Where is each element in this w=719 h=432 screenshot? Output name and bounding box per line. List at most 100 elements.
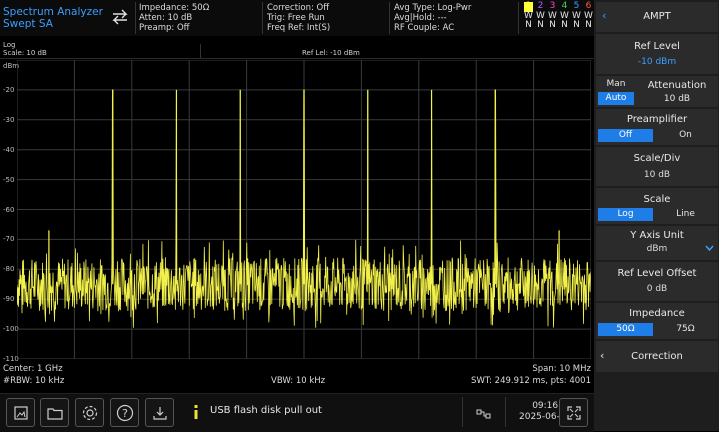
app-mode: Swept SA	[3, 18, 53, 30]
ref-level-label: Ref Lel: -10 dBm	[302, 49, 360, 57]
impedance-title: Impedance	[629, 308, 685, 319]
atten-title: Attenuation	[647, 80, 707, 91]
fullscreen-button[interactable]	[559, 398, 588, 427]
trace-1-indicator[interactable]: 1WN	[524, 1, 533, 31]
impedance-50-option[interactable]: 50Ω	[598, 323, 653, 336]
avg-hold-status: Avg|Hold: ---	[394, 13, 447, 23]
save-button[interactable]	[145, 398, 174, 427]
gear-icon	[82, 405, 97, 420]
fullscreen-icon	[566, 405, 581, 420]
trace-detector: N	[573, 20, 580, 30]
svg-text:?: ?	[122, 407, 128, 420]
preamp-off-option[interactable]: Off	[598, 129, 653, 142]
spectrum-plot[interactable]	[17, 60, 591, 359]
screenshot-button[interactable]	[6, 398, 35, 427]
help-button[interactable]: ?	[110, 398, 139, 427]
impedance-status: Impedance: 50Ω	[139, 3, 210, 13]
y-axis-unit-softkey[interactable]: Y Axis Unit dBm	[596, 226, 718, 260]
divider	[135, 2, 136, 34]
atten-auto-option[interactable]: Auto	[598, 92, 634, 105]
divider	[505, 397, 506, 427]
ref-level-value: -10 dBm	[637, 57, 677, 67]
atten-status: Atten: 10 dB	[139, 13, 193, 23]
app-title-block[interactable]: Spectrum Analyzer Swept SA	[3, 6, 103, 30]
y-tick-label: -40	[3, 145, 15, 154]
correction-status: Correction: Off	[267, 3, 330, 13]
ref-level-offset-softkey[interactable]: Ref Level Offset 0 dB	[596, 262, 718, 301]
scale-label: Scale: 10 dB	[3, 49, 47, 57]
folder-icon	[46, 407, 63, 420]
info-icon	[193, 404, 199, 423]
avg-type-status: Avg Type: Log-Pwr	[394, 3, 472, 13]
status-col-3: Avg Type: Log-Pwr Avg|Hold: --- RF Coupl…	[394, 3, 471, 33]
ref-level-softkey[interactable]: Ref Level -10 dBm	[596, 34, 718, 74]
trace-2-indicator[interactable]: 2WN	[536, 1, 545, 31]
trace-3-indicator[interactable]: 3WN	[548, 1, 557, 31]
mode-switch-button[interactable]	[111, 9, 129, 29]
trace-detector: N	[537, 20, 544, 30]
trace-detector: N	[549, 20, 556, 30]
settings-button[interactable]	[75, 398, 104, 427]
divider	[200, 44, 201, 58]
y-axis-unit-value: dBm	[646, 244, 668, 254]
divider	[0, 58, 594, 59]
center-freq[interactable]: Center: 1 GHz	[3, 364, 63, 374]
trace-detector: N	[525, 20, 532, 30]
trace-6-indicator[interactable]: 6WN	[584, 1, 593, 31]
y-tick-label: -60	[3, 205, 15, 214]
vbw-value[interactable]: VBW: 10 kHz	[271, 376, 325, 386]
divider	[518, 2, 519, 34]
divider	[262, 2, 263, 34]
scale-div-softkey[interactable]: Scale/Div 10 dB	[596, 147, 718, 186]
divider	[462, 397, 463, 427]
status-col-2: Correction: Off Trig: Free Run Freq Ref:…	[267, 3, 330, 33]
scale-div-value: 10 dB	[643, 170, 671, 180]
scale-softkey[interactable]: Scale Log Line	[596, 188, 718, 224]
ref-level-offset-title: Ref Level Offset	[617, 268, 697, 279]
y-tick-label: -80	[3, 265, 15, 274]
menu-header[interactable]: ‹ AMPT	[596, 2, 718, 32]
span-value[interactable]: Span: 10 MHz	[532, 364, 591, 374]
scale-mode-label: Log	[3, 41, 16, 49]
scale-div-title: Scale/Div	[633, 153, 681, 164]
attenuation-softkey[interactable]: Man Auto Attenuation 10 dB	[596, 76, 718, 107]
divider	[389, 2, 390, 34]
trace-4-indicator[interactable]: 4WN	[560, 1, 569, 31]
preamp-status: Preamp: Off	[139, 23, 190, 33]
sweep-time-value[interactable]: SWT: 249.912 ms, pts: 4001	[471, 376, 591, 386]
status-col-1: Impedance: 50Ω Atten: 10 dB Preamp: Off	[139, 3, 209, 33]
screenshot-icon	[13, 405, 28, 420]
chevron-down-icon	[705, 236, 714, 255]
impedance-softkey[interactable]: Impedance 50Ω 75Ω	[596, 303, 718, 339]
y-tick-label: -20	[3, 85, 15, 94]
preamp-on-option[interactable]: On	[658, 129, 713, 142]
rf-couple-status: RF Couple: AC	[394, 23, 455, 33]
y-tick-label: -50	[3, 175, 15, 184]
trace-detector: N	[561, 20, 568, 30]
y-tick-label: -70	[3, 235, 15, 244]
trace-detector: N	[585, 20, 592, 30]
app-title: Spectrum Analyzer	[3, 6, 103, 18]
correction-softkey[interactable]: ‹ Correction	[596, 341, 718, 372]
trace-5-indicator[interactable]: 5WN	[572, 1, 581, 31]
help-icon: ?	[116, 404, 133, 421]
scale-log-option[interactable]: Log	[598, 208, 653, 221]
y-tick-label: -90	[3, 295, 15, 304]
scale-line-option[interactable]: Line	[658, 208, 713, 221]
scale-title: Scale	[643, 194, 671, 205]
preamp-title: Preamplifier	[626, 114, 688, 125]
y-axis-unit-title: Y Axis Unit	[630, 230, 684, 241]
file-manager-button[interactable]	[40, 398, 69, 427]
preamplifier-softkey[interactable]: Preamplifier Off On	[596, 109, 718, 145]
atten-man-option[interactable]: Man	[598, 78, 634, 91]
atten-value: 10 dB	[663, 94, 691, 104]
network-icon[interactable]	[476, 405, 492, 424]
menu-header-title: AMPT	[643, 11, 671, 22]
ref-level-title: Ref Level	[634, 41, 680, 52]
ref-level-offset-value: 0 dB	[646, 284, 668, 294]
status-message: USB flash disk pull out	[210, 405, 322, 416]
swap-arrows-icon	[112, 9, 128, 25]
trigger-status: Trig: Free Run	[267, 13, 325, 23]
rbw-value[interactable]: #RBW: 10 kHz	[3, 376, 64, 386]
impedance-75-option[interactable]: 75Ω	[658, 323, 713, 336]
